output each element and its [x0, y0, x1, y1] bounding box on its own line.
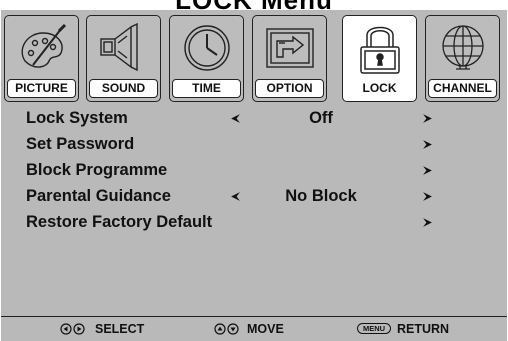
- tab-channel[interactable]: CHANNEL: [425, 15, 500, 102]
- tab-time[interactable]: TIME: [169, 15, 244, 102]
- arrow-right-icon[interactable]: [422, 139, 433, 150]
- tab-option[interactable]: OPTION: [252, 15, 327, 102]
- hint-select-label: SELECT: [95, 322, 145, 336]
- tv-menu-screen: PICTURE SOUND TIME OPTION LOCK CHANNEL L…: [1, 10, 507, 341]
- arrow-left-icon[interactable]: [230, 113, 241, 124]
- padlock-icon: [360, 26, 400, 74]
- tab-picture[interactable]: PICTURE: [4, 15, 79, 102]
- tab-lock[interactable]: LOCK: [342, 15, 417, 102]
- arrow-right-icon[interactable]: [422, 217, 433, 228]
- menu-item-value: No Block: [285, 187, 357, 205]
- menu-item-value: Off: [309, 109, 333, 127]
- menu-item-set-password[interactable]: Set Password: [1, 132, 507, 156]
- menu-item-label: Block Programme: [26, 161, 168, 179]
- menu-item-lock-system[interactable]: Lock System Off: [1, 106, 507, 130]
- menu-key-icon: MENU: [357, 323, 391, 334]
- picture-icon: [21, 23, 67, 68]
- left-right-keys-icon: [60, 323, 85, 335]
- tab-lock-label: LOCK: [345, 79, 414, 98]
- speaker-icon: [100, 22, 138, 72]
- arrow-left-icon[interactable]: [230, 191, 241, 202]
- arrow-right-icon[interactable]: [422, 113, 433, 124]
- clock-icon: [184, 25, 230, 71]
- arrow-right-icon[interactable]: [422, 165, 433, 176]
- hint-move-label: MOVE: [247, 322, 284, 336]
- tab-channel-label: CHANNEL: [428, 79, 497, 98]
- hint-return-label: RETURN: [397, 322, 450, 336]
- footer-hints: SELECT MOVE MENU RETURN: [1, 316, 507, 341]
- menu-item-label: Set Password: [26, 135, 135, 153]
- tab-sound-label: SOUND: [89, 79, 158, 98]
- option-icon: [266, 28, 314, 68]
- globe-icon: [442, 25, 484, 70]
- menu-tabs: PICTURE SOUND TIME OPTION LOCK CHANNEL: [1, 10, 507, 104]
- tab-picture-label: PICTURE: [7, 79, 76, 98]
- menu-item-parental-guidance[interactable]: Parental Guidance No Block: [1, 184, 507, 208]
- menu-item-restore-factory-default[interactable]: Restore Factory Default: [1, 210, 507, 234]
- menu-item-label: Lock System: [26, 109, 128, 127]
- tab-sound[interactable]: SOUND: [86, 15, 161, 102]
- arrow-right-icon[interactable]: [422, 191, 433, 202]
- menu-item-label: Restore Factory Default: [26, 213, 213, 231]
- up-down-keys-icon: [214, 323, 239, 335]
- tab-time-label: TIME: [172, 79, 241, 98]
- menu-item-block-programme[interactable]: Block Programme: [1, 158, 507, 182]
- menu-item-label: Parental Guidance: [26, 187, 171, 205]
- tab-option-label: OPTION: [255, 79, 324, 98]
